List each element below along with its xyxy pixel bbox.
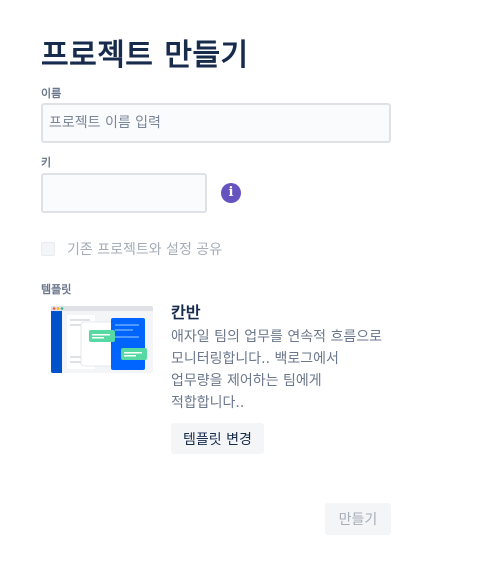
share-settings-checkbox[interactable] [41,242,55,256]
template-name: 칸반 [171,303,201,322]
project-name-input[interactable] [41,103,391,143]
page-title: 프로젝트 만들기 [41,38,249,73]
info-icon[interactable]: i [221,183,241,203]
project-key-input[interactable] [41,173,207,213]
kanban-template-thumbnail [51,306,153,373]
change-template-button[interactable]: 템플릿 변경 [171,423,264,454]
name-field-label: 이름 [41,87,62,100]
key-field-label: 키 [41,156,52,169]
template-description: 애자일 팀의 업무를 연속적 흐름으로 모니터링합니다.. 백로그에서 업무량을… [171,329,382,411]
template-section-label: 템플릿 [41,283,72,296]
share-settings-label: 기존 프로젝트와 설정 공유 [67,242,223,258]
kanban-board-illustration-icon [51,306,153,373]
create-button[interactable]: 만들기 [325,503,391,535]
share-settings-row: 기존 프로젝트와 설정 공유 [41,239,222,259]
